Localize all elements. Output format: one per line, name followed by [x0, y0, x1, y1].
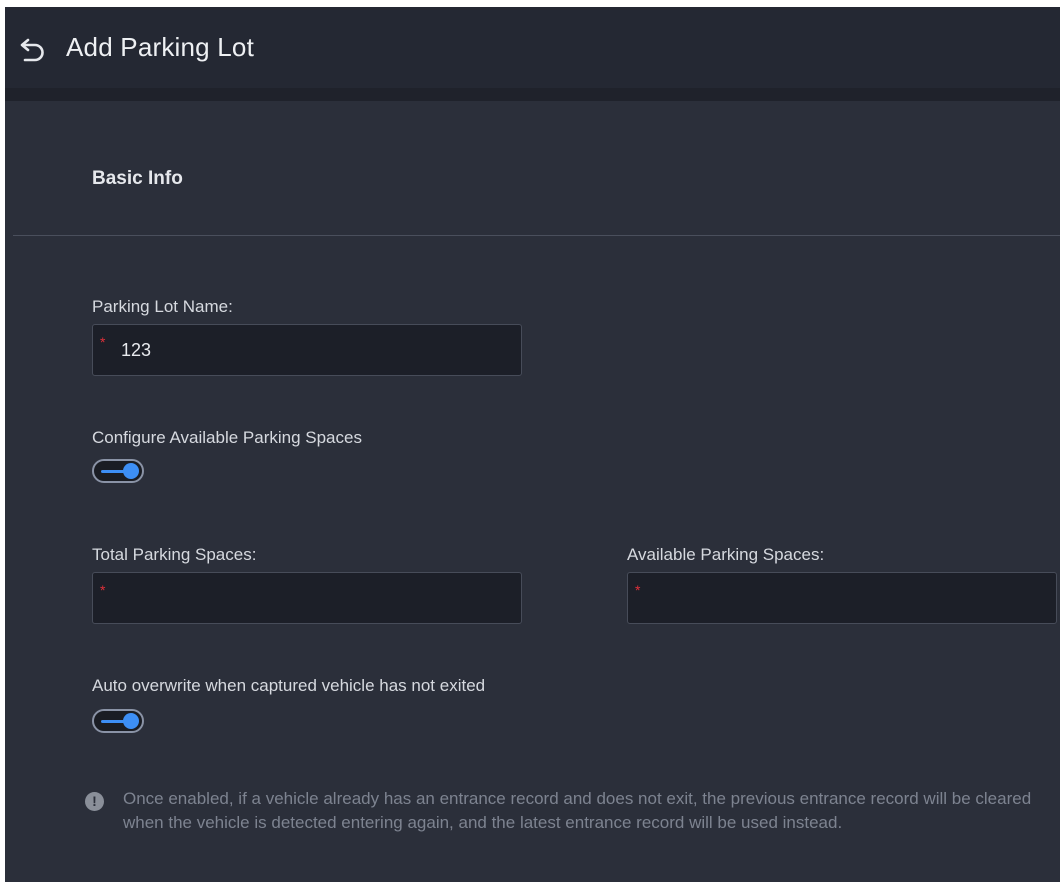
available-parking-spaces-input[interactable]: *: [627, 572, 1057, 624]
page-frame: Add Parking Lot Basic Info Parking Lot N…: [0, 0, 1060, 882]
available-parking-spaces-label: Available Parking Spaces:: [627, 545, 825, 564]
parking-lot-name-label: Parking Lot Name:: [92, 297, 233, 316]
configure-available-spaces-toggle[interactable]: [92, 459, 144, 483]
add-parking-lot-panel: Add Parking Lot Basic Info Parking Lot N…: [5, 7, 1060, 882]
toggle-knob: [123, 713, 139, 729]
header-separator-band: [5, 88, 1060, 101]
parking-lot-name-input[interactable]: * 123: [92, 324, 522, 376]
toggle-knob: [123, 463, 139, 479]
undo-arrow-icon[interactable]: [19, 36, 47, 62]
required-marker: *: [635, 582, 641, 598]
parking-lot-name-value: 123: [121, 340, 152, 360]
info-icon: !: [85, 792, 104, 811]
auto-overwrite-label: Auto overwrite when captured vehicle has…: [92, 676, 486, 695]
configure-available-spaces-label: Configure Available Parking Spaces: [92, 428, 362, 447]
required-marker: *: [100, 582, 106, 598]
section-title-basic-info: Basic Info: [92, 168, 183, 189]
page-title: Add Parking Lot: [66, 32, 255, 62]
auto-overwrite-hint: Once enabled, if a vehicle already has a…: [123, 789, 1032, 832]
auto-overwrite-toggle[interactable]: [92, 709, 144, 733]
required-marker: *: [100, 334, 106, 350]
page-header: Add Parking Lot: [5, 7, 1060, 88]
total-parking-spaces-input[interactable]: *: [92, 572, 522, 624]
section-divider: [13, 235, 1060, 236]
total-parking-spaces-label: Total Parking Spaces:: [92, 545, 257, 564]
